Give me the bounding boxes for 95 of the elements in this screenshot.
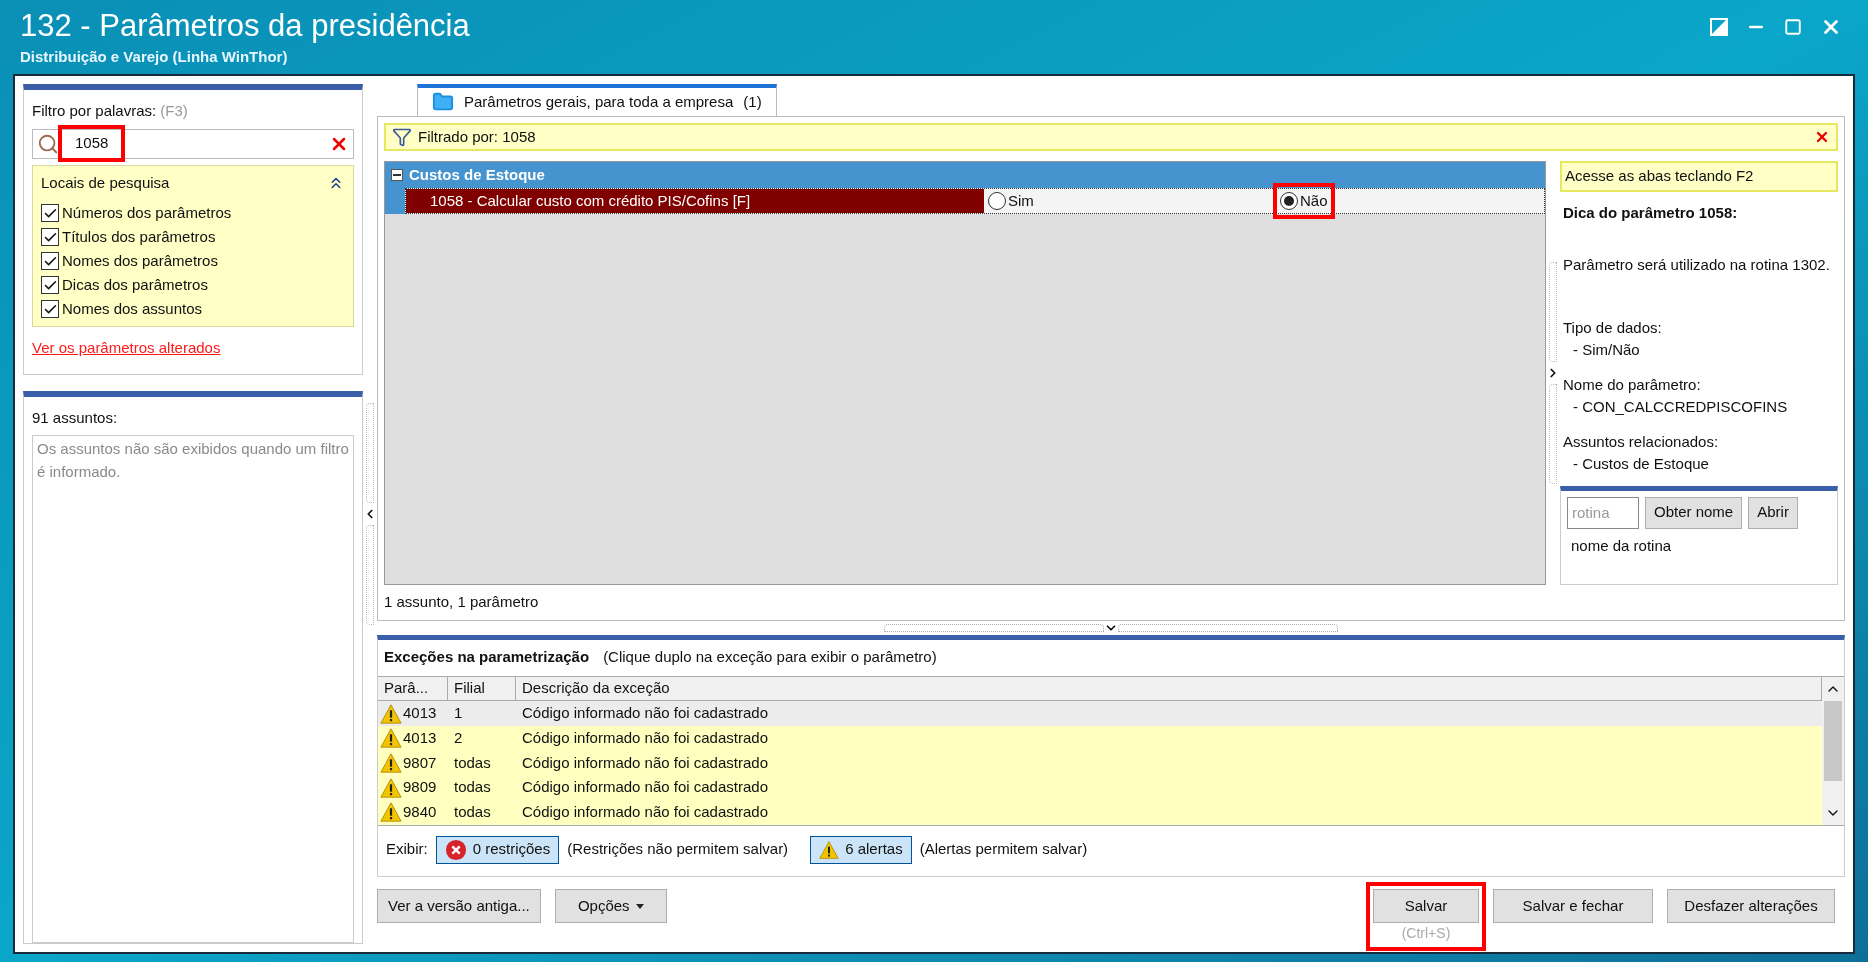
checkbox-label: Números dos parâmetros: [62, 202, 232, 223]
hint-heading: Nome do parâmetro:: [1563, 374, 1702, 395]
checkbox[interactable]: [41, 276, 59, 294]
lookup-button[interactable]: Abrir: [1748, 496, 1798, 529]
tree-status: 1 assunto, 1 parâmetro: [384, 592, 540, 612]
scrollbar[interactable]: [1822, 676, 1844, 825]
show-label: Exibir:: [386, 839, 428, 860]
warning-icon: [380, 727, 402, 750]
radio-option[interactable]: Sim: [988, 189, 1034, 213]
lookup-button[interactable]: Obter nome: [1645, 496, 1743, 529]
footer-button[interactable]: Ver a versão antiga...: [377, 889, 541, 923]
filter-toggle[interactable]: 6 alertas: [810, 835, 912, 864]
table-cell-text: Código informado não foi cadastrado: [521, 777, 769, 798]
folder-icon: [432, 91, 454, 113]
search-field[interactable]: 1058: [32, 128, 354, 159]
warning-icon: [380, 702, 402, 725]
table-cell-text: Código informado não foi cadastrado: [521, 801, 769, 822]
table-cell-text: todas: [453, 801, 492, 822]
shortcut-hint: (Ctrl+S): [1401, 924, 1451, 943]
footer-button[interactable]: Desfazer alterações: [1667, 889, 1835, 923]
table-cell-text: Código informado não foi cadastrado: [521, 703, 769, 724]
filter-icon: [392, 127, 412, 147]
routine-name: nome da rotina: [1570, 535, 1673, 556]
splitter-grip[interactable]: [1549, 262, 1557, 362]
checkbox[interactable]: [41, 300, 59, 318]
warning-icon: [380, 776, 402, 799]
dropdown-caret-icon: [635, 903, 644, 909]
splitter-grip[interactable]: [366, 403, 374, 503]
search-value: 1058: [74, 134, 110, 152]
hint-value: - CON_CALCCREDPISCOFINS: [1572, 397, 1789, 417]
parameter-label[interactable]: 1058 - Calcular custo com crédito PIS/Cofins [F]: [406, 189, 984, 213]
footer-button[interactable]: Salvar e fechar: [1493, 889, 1653, 923]
hint-value: - Custos de Estoque: [1572, 454, 1710, 474]
routine-field[interactable]: rotina: [1567, 496, 1639, 529]
table-cell-text: Código informado não foi cadastrado: [521, 752, 769, 773]
checkbox[interactable]: [41, 204, 59, 222]
filter-label: Filtro por palavras:: [32, 101, 157, 121]
filter-toggle[interactable]: 0 restrições: [435, 835, 560, 864]
clear-filter-icon[interactable]: [1814, 129, 1830, 145]
filter-text: Filtrado por: 1058: [418, 126, 536, 147]
error-icon: [444, 838, 467, 861]
restore-layout-icon[interactable]: [1710, 18, 1728, 36]
exception-row[interactable]: 4013 1 Código informado não foi cadastrado: [378, 701, 1822, 726]
hint-heading: Tipo de dados:: [1563, 317, 1663, 338]
splitter-grip[interactable]: [1118, 623, 1338, 632]
table-cell-text: 1: [453, 703, 464, 724]
tab[interactable]: Parâmetros gerais, para toda a empresa (1): [417, 84, 777, 116]
hint-title: Dica do parâmetro 1058:: [1562, 202, 1739, 223]
table-cell-text: Código informado não foi cadastrado: [521, 727, 769, 748]
table-cell-text: 4013: [403, 727, 437, 748]
radio-button[interactable]: [988, 192, 1006, 210]
splitter-grip[interactable]: [884, 623, 1104, 632]
table-cell-text: 2: [453, 727, 464, 748]
table-cell-text: 9809: [403, 777, 437, 798]
section-title: Locais de pesquisa: [41, 172, 170, 193]
radio-button[interactable]: [1280, 192, 1298, 210]
toggle-note: (Restrições não permitem salvar): [567, 839, 789, 860]
exceptions-hint: (Clique duplo na exceção para exibir o parâmetro): [603, 647, 937, 668]
exceptions-title: Exceções na parametrização: [384, 647, 590, 668]
search-icon: [37, 132, 59, 155]
footer-button[interactable]: Opções: [554, 889, 667, 923]
splitter-grip[interactable]: [366, 525, 374, 625]
warning-icon: [819, 839, 840, 860]
hint-heading: Assuntos relacionados:: [1563, 431, 1720, 452]
checkbox-label: Dicas dos parâmetros: [62, 274, 208, 295]
table-cell-text: 9807: [403, 752, 437, 773]
collapse-icon[interactable]: [391, 169, 403, 181]
table-cell-text: todas: [453, 752, 492, 773]
table-cell-text: todas: [453, 777, 492, 798]
checkbox-label: Títulos dos parâmetros: [62, 226, 216, 247]
shortcut-hint: (F3): [160, 101, 188, 121]
toggle-note: (Alertas permitem salvar): [919, 839, 1088, 860]
tip-banner: Acesse as abas teclando F2: [1560, 161, 1838, 192]
checkbox[interactable]: [41, 228, 59, 246]
checkbox[interactable]: [41, 252, 59, 270]
warning-icon: [380, 751, 402, 774]
splitter-grip[interactable]: [1549, 384, 1557, 484]
maximize-icon[interactable]: [1784, 18, 1802, 36]
footer-button[interactable]: Salvar: [1373, 889, 1479, 923]
column-header[interactable]: Filial: [448, 676, 516, 701]
column-header[interactable]: Parâ...: [378, 676, 448, 701]
table-cell-text: 9840: [403, 801, 437, 822]
hint-value: - Sim/Não: [1572, 340, 1641, 360]
checkbox-label: Nomes dos assuntos: [62, 298, 203, 319]
window-title: 132 - Parâmetros da presidência: [20, 7, 470, 45]
subjects-count: 91 assuntos:: [32, 407, 119, 428]
empty-message: Os assuntos não são exibidos quando um filtro é informado.: [37, 440, 349, 480]
warning-icon: [380, 801, 402, 824]
changed-parameters-link[interactable]: Ver os parâmetros alterados: [32, 337, 221, 360]
window-subtitle: Distribuição e Varejo (Linha WinThor): [20, 47, 289, 67]
radio-option[interactable]: Não: [1280, 189, 1328, 213]
hint-description: Parâmetro será utilizado na rotina 1302.: [1562, 255, 1831, 275]
group-title: Custos de Estoque: [409, 164, 545, 185]
table-cell-text: 4013: [403, 703, 437, 724]
checkbox-label: Nomes dos parâmetros: [62, 250, 218, 271]
